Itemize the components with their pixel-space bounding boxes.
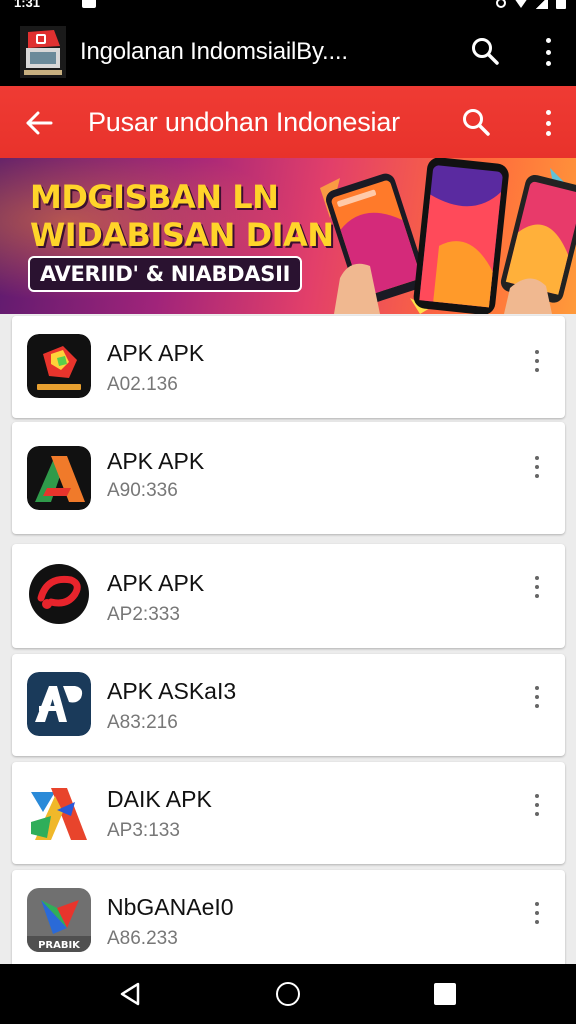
signal-icon	[536, 0, 548, 9]
app-version: A83:216	[107, 712, 178, 733]
app-title: Ingolanan IndomsiailBy....	[80, 38, 348, 65]
app-name: APK APK	[107, 570, 205, 596]
system-nav-bar	[0, 964, 576, 1024]
app-logo-icon	[20, 26, 66, 78]
item-more-icon[interactable]	[533, 686, 541, 708]
ab-blue-icon	[27, 672, 91, 736]
banner-headline-1: MDGISBAN LN	[30, 178, 279, 216]
sync-icon	[496, 0, 506, 8]
app-version: A86.233	[107, 928, 178, 949]
nav-back-icon[interactable]	[118, 982, 142, 1006]
phones-illustration	[320, 158, 576, 314]
search-icon[interactable]	[470, 36, 500, 66]
app-name: APK APK	[107, 340, 205, 366]
colorful-a-icon	[27, 782, 91, 846]
back-arrow-icon[interactable]	[24, 108, 54, 138]
app-bar: Ingolanan IndomsiailBy....	[0, 14, 576, 86]
battery-icon	[556, 0, 566, 9]
toolbar-title: Pusar undohan Indonesiar	[88, 107, 400, 137]
nav-home-icon[interactable]	[276, 982, 300, 1006]
list-item[interactable]: APK APK A90:336	[12, 422, 565, 534]
app-version: AP3:133	[107, 820, 180, 841]
app-version: AP2:333	[107, 604, 180, 625]
item-more-icon[interactable]	[533, 794, 541, 816]
list-item[interactable]: APK APK A02.136	[12, 316, 565, 418]
promo-banner[interactable]: MDGISBAN LN WIDABISAN DIAN AVERIID' & NI…	[0, 158, 576, 314]
item-more-icon[interactable]	[533, 456, 541, 478]
toolbar: Pusar undohan Indonesiar	[0, 86, 576, 158]
app-name: APK APK	[107, 448, 205, 474]
red-swirl-icon	[27, 562, 91, 626]
item-more-icon[interactable]	[533, 350, 541, 372]
app-name: NbGANAeI0	[107, 894, 234, 920]
red-gem-icon	[27, 334, 91, 398]
app-version: A02.136	[107, 374, 178, 395]
banner-subtitle: AVERIID' & NIABDASII	[28, 256, 303, 292]
wifi-icon	[514, 0, 528, 8]
app-version: A90:336	[107, 480, 178, 501]
search-icon[interactable]	[460, 106, 492, 138]
overflow-menu-icon[interactable]	[538, 38, 558, 66]
green-a-icon	[27, 446, 91, 510]
app-name: APK ASKaI3	[107, 678, 237, 704]
nav-recents-icon[interactable]	[434, 983, 456, 1005]
banner-headline-2: WIDABISAN DIAN	[30, 216, 334, 254]
app-name: DAIK APK	[107, 786, 212, 812]
list-item[interactable]: PRABIK NbGANAeI0 A86.233	[12, 870, 565, 964]
prabik-label: PRABIK	[38, 940, 81, 951]
list-item[interactable]: APK APK AP2:333	[12, 544, 565, 648]
list-item[interactable]: APK ASKaI3 A83:216	[12, 654, 565, 756]
list-item[interactable]: DAIK APK AP3:133	[12, 762, 565, 864]
item-more-icon[interactable]	[533, 902, 541, 924]
app-list: APK APK A02.136 APK APK A90:336 APK APK …	[0, 314, 576, 964]
status-bar: 1:31	[0, 0, 576, 14]
prabik-icon: PRABIK	[27, 888, 91, 952]
item-more-icon[interactable]	[533, 576, 541, 598]
status-time: 1:31	[14, 0, 41, 10]
overflow-menu-icon[interactable]	[538, 110, 558, 136]
status-icons	[496, 0, 566, 9]
notification-icon	[82, 0, 96, 8]
